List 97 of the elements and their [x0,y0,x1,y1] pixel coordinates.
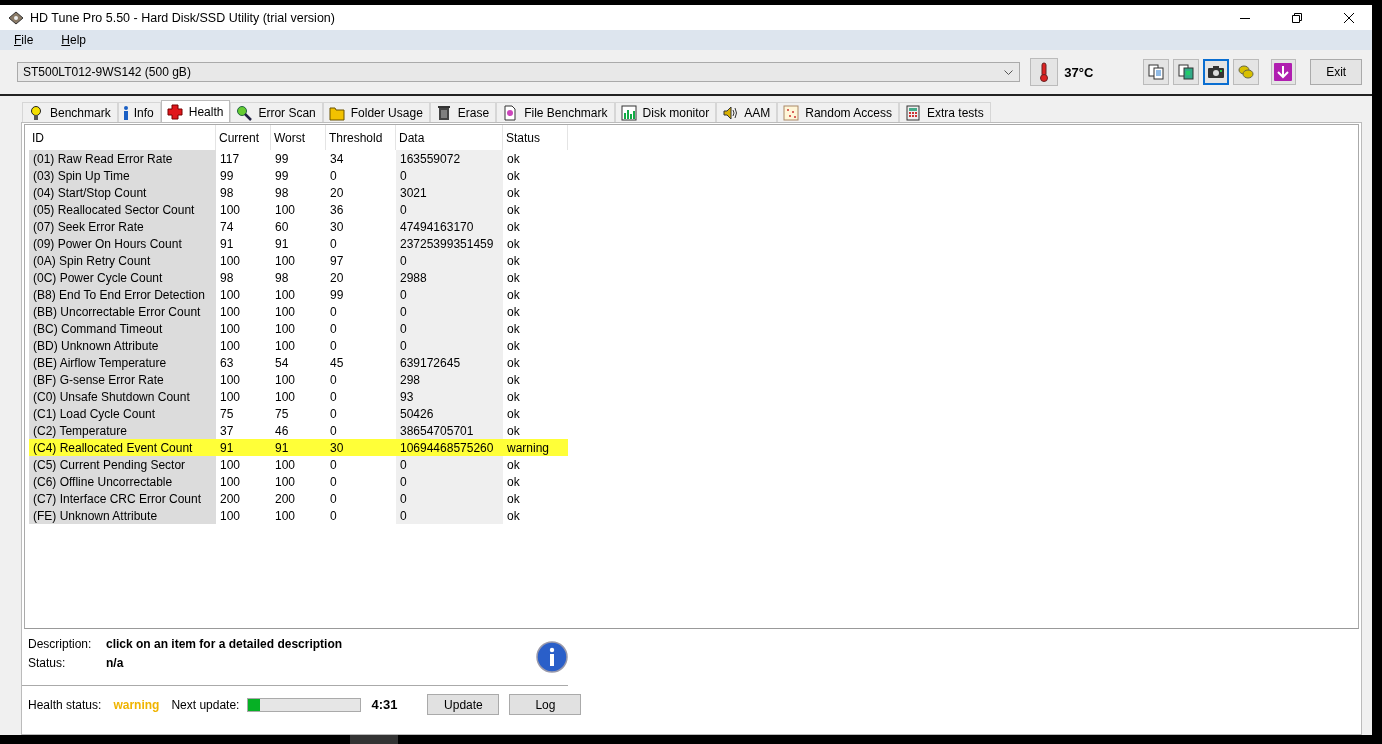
tab[interactable]: Info [117,102,161,122]
table-cell: 50426 [396,405,503,422]
table-cell-text: warning [506,439,551,456]
table-cell: (BB) Uncorrectable Error Count [29,303,216,320]
table-cell: (BD) Unknown Attribute [29,337,216,354]
tab[interactable]: Erase [429,102,497,122]
info-icon[interactable] [536,641,568,673]
speaker-icon [722,104,739,121]
table-cell: 0 [396,337,503,354]
calculator-icon [904,104,921,121]
table-cell-text: 91 [274,439,290,456]
table-cell-text: 30 [329,439,345,456]
tab[interactable]: Benchmark [22,102,118,122]
description-label: Description: [28,637,93,653]
table-cell: 38654705701 [396,422,503,439]
table-cell: (C2) Temperature [29,422,216,439]
cross-icon [166,103,183,120]
table-cell: (0A) Spin Retry Count [29,252,216,269]
description-text: click on an item for a detailed description [106,637,344,653]
menu-item[interactable]: File [8,32,40,48]
table-cell: 0 [396,252,503,269]
table-cell: (0C) Power Cycle Count [29,269,216,286]
copy-icon [1147,63,1166,81]
lightbulb-icon [28,104,44,121]
tab[interactable]: Health [160,100,231,122]
next-update-label: Next update: [171,697,240,712]
table-cell: 23725399351459 [396,235,503,252]
table-cell: (05) Reallocated Sector Count [29,201,216,218]
table-cell: (09) Power On Hours Count [29,235,216,252]
status-label: Status: [28,655,67,672]
toolbar-button[interactable] [1203,59,1229,85]
copy-images-icon [1177,63,1196,81]
download-arrow-icon [1274,63,1293,81]
tab[interactable]: File Benchmark [496,102,615,122]
table-cell: 163559072 [396,150,503,167]
health-status-value: warning [113,697,161,712]
table-cell: 0 [396,456,503,473]
table-cell: (07) Seek Error Rate [29,218,216,235]
table-cell: (04) Start/Stop Count [29,184,216,201]
table-cell: (03) Spin Up Time [29,167,216,184]
table-cell: (FE) Unknown Attribute [29,507,216,524]
toolbar-button[interactable] [1173,59,1199,85]
dotted-grid-icon [783,104,800,121]
tab[interactable]: Error Scan [230,102,323,122]
table-cell: 0 [396,490,503,507]
table-cell: (C7) Interface CRC Error Count [29,490,216,507]
temperature-reading: 37°C [1064,64,1095,80]
thermometer-button[interactable] [1030,58,1059,86]
menu-item[interactable]: Help [55,32,93,48]
toolbar-button[interactable] [1270,59,1297,85]
table-cell: (01) Raw Read Error Rate [29,150,216,167]
table-cell: 639172645 [396,354,503,371]
table-cell: 0 [396,320,503,337]
tab[interactable]: AAM [716,102,778,122]
table-cell: 47494163170 [396,218,503,235]
tab[interactable]: Random Access [777,102,899,122]
health-status-label: Health status: [28,697,102,712]
table-cell: 3021 [396,184,503,201]
table-cell: (C0) Unsafe Shutdown Count [29,388,216,405]
table-cell: (BF) G-sense Error Rate [29,371,216,388]
coins-icon [1236,63,1255,81]
table-cell: 0 [396,167,503,184]
table-cell: 93 [396,388,503,405]
thermometer-icon [1039,62,1050,82]
magnifier-icon [236,104,253,121]
restore-icon [1292,12,1302,23]
camera-icon [1206,63,1225,81]
table-cell-text: (C4) Reallocated Event Count [32,439,194,456]
drive-dropdown[interactable]: ST500LT012-9WS142 (500 gB) [17,62,1021,82]
table-cell: (C6) Offline Uncorrectable [29,473,216,490]
table-cell: 2988 [396,269,503,286]
table-cell: (BE) Airflow Temperature [29,354,216,371]
table-cell: (B8) End To End Error Detection [29,286,216,303]
table-cell: (C1) Load Cycle Count [29,405,216,422]
table-cell: 0 [396,507,503,524]
table-cell-text: 10694468575260 [399,439,495,456]
exit-button[interactable]: Exit [1310,59,1362,85]
table-cell: 298 [396,371,503,388]
table-cell: (BC) Command Timeout [29,320,216,337]
caret-icon [1004,69,1014,75]
close-icon [1344,12,1354,23]
table-cell-text: 91 [219,439,235,456]
table-cell: 0 [396,286,503,303]
table-cell: 0 [396,201,503,218]
info-icon [123,105,128,120]
tab[interactable]: Disk monitor [614,102,717,122]
table-cell: (C5) Current Pending Sector [29,456,216,473]
table-cell: 0 [396,303,503,320]
trash-icon [435,104,452,121]
action-button[interactable]: Log [509,694,582,715]
status-text: n/a [106,655,125,672]
tab[interactable]: Extra tests [898,102,991,122]
action-button[interactable]: Update [427,694,500,715]
tab[interactable]: Folder Usage [322,102,430,122]
table-cell: 0 [396,473,503,490]
window-title: HD Tune Pro 5.50 - Hard Disk/SSD Utility (trial version) [30,10,336,25]
countdown: 4:31 [371,697,399,712]
